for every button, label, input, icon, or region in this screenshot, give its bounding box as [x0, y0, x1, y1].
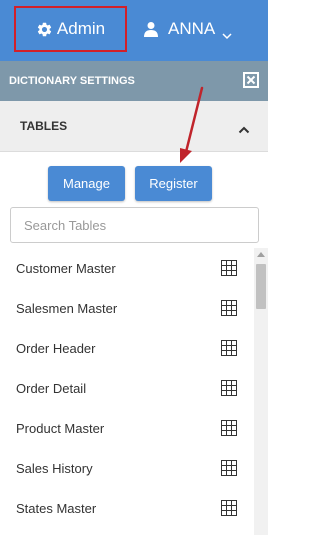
close-panel-button[interactable] [243, 72, 259, 88]
chevron-down-icon [222, 25, 232, 40]
grid-icon[interactable] [221, 380, 237, 396]
table-row[interactable]: Sales History [0, 448, 254, 488]
grid-icon[interactable] [221, 420, 237, 436]
table-row[interactable]: Salesmen Master [0, 288, 254, 328]
table-row[interactable]: Order Detail [0, 368, 254, 408]
user-name: ANNA [168, 19, 216, 38]
close-icon [246, 75, 256, 85]
grid-icon[interactable] [221, 260, 237, 276]
admin-label: Admin [56, 19, 106, 38]
table-name: Sales History [16, 460, 93, 476]
table-name: Order Header [16, 340, 96, 356]
table-row[interactable]: Customer Master [0, 248, 254, 288]
user-icon [143, 21, 159, 37]
table-row[interactable]: Order Header [0, 328, 254, 368]
register-button[interactable]: Register [135, 166, 212, 201]
grid-icon[interactable] [221, 500, 237, 516]
chevron-up-icon[interactable] [238, 121, 250, 134]
search-tables-input[interactable] [10, 207, 259, 243]
gear-icon [36, 21, 53, 38]
grid-icon[interactable] [221, 460, 237, 476]
tables-list: Customer Master Salesmen Master Order He… [0, 248, 254, 535]
manage-button[interactable]: Manage [48, 166, 125, 201]
table-name: Salesmen Master [16, 300, 118, 316]
table-name: Product Master [16, 420, 105, 436]
tables-section-header[interactable]: TABLES [0, 101, 268, 152]
table-name: Customer Master [16, 260, 116, 276]
top-bar: Admin ANNA [0, 0, 268, 61]
scroll-up-arrow-icon[interactable] [257, 252, 265, 257]
list-scrollbar[interactable] [254, 248, 268, 535]
table-name: States Master [16, 500, 97, 516]
panel-title: DICTIONARY SETTINGS [9, 75, 135, 87]
dictionary-settings-header: DICTIONARY SETTINGS [0, 61, 268, 101]
table-row[interactable]: States Master [0, 488, 254, 528]
table-name: Order Detail [16, 380, 87, 396]
user-menu-button[interactable]: ANNA [143, 6, 232, 52]
grid-icon[interactable] [221, 340, 237, 356]
section-title: TABLES [20, 119, 68, 133]
grid-icon[interactable] [221, 300, 237, 316]
admin-button[interactable]: Admin [14, 6, 127, 52]
table-row[interactable]: Product Master [0, 408, 254, 448]
scroll-thumb[interactable] [256, 264, 266, 309]
